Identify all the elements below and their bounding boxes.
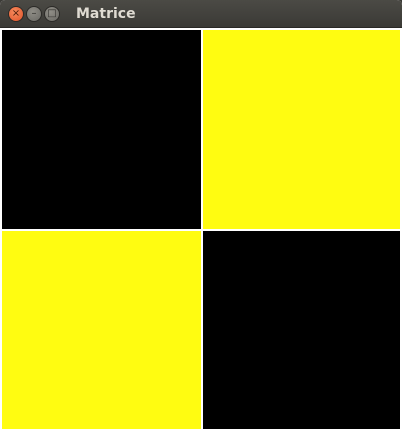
matrix-cell-0-1 xyxy=(203,30,400,229)
matrix-cell-1-0 xyxy=(2,231,201,429)
title-bar[interactable]: × – □ Matrice xyxy=(0,0,402,28)
window-controls: × – □ xyxy=(8,5,60,22)
close-icon[interactable]: × xyxy=(8,5,24,22)
matrix-cell-0-0 xyxy=(2,30,201,229)
minimize-icon[interactable]: – xyxy=(26,5,42,22)
window-title: Matrice xyxy=(76,5,136,22)
matrix-cell-1-1 xyxy=(203,231,400,429)
app-window: × – □ Matrice xyxy=(0,0,402,431)
matrix-canvas xyxy=(0,28,402,431)
maximize-icon[interactable]: □ xyxy=(44,5,60,22)
